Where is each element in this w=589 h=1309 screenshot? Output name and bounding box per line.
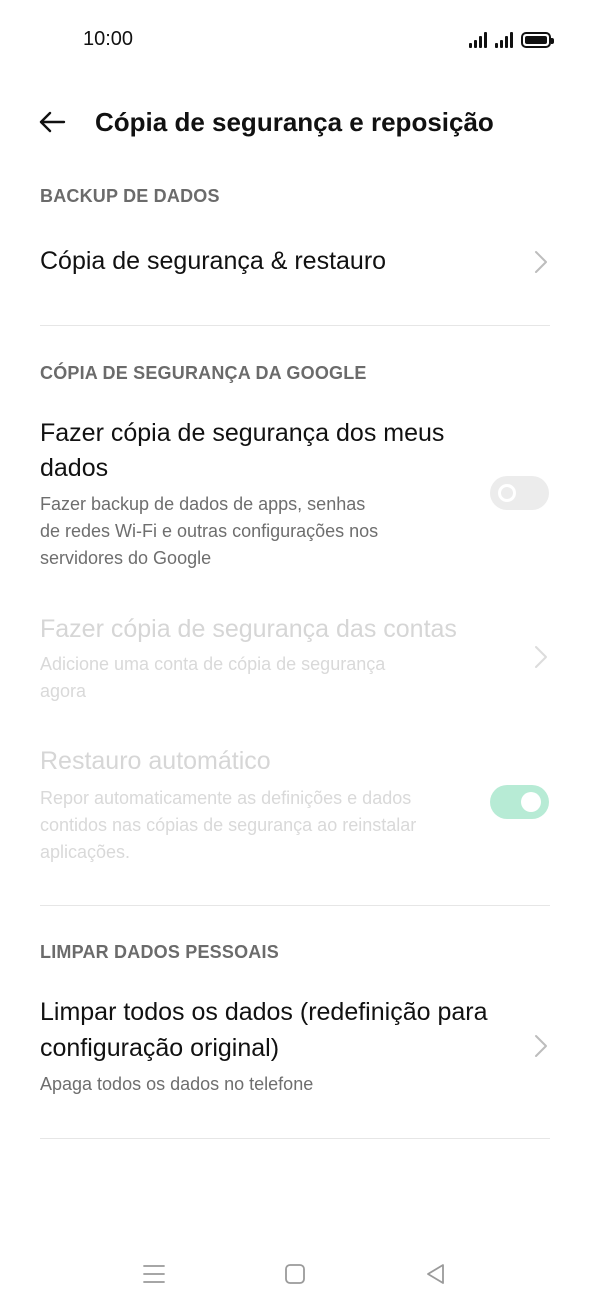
item-backup-restore-title: Cópia de segurança & restauro: [40, 247, 387, 275]
item-backup-my-data-title-1: Fazer cópia de segurança dos meus: [40, 419, 445, 447]
item-backup-my-data-title-2: dados: [40, 454, 109, 482]
status-bar: 10:00: [0, 0, 589, 80]
status-icons: [469, 28, 554, 48]
section-header-google-backup: CÓPIA DE SEGURANÇA DA GOOGLE: [40, 363, 367, 383]
section-header-personal-data: LIMPAR DADOS PESSOAIS: [40, 942, 279, 962]
menu-icon[interactable]: [140, 1260, 168, 1288]
item-backup-accounts-sub-1: Adicione uma conta de cópia de segurança: [40, 654, 386, 674]
item-auto-restore-sub-3: aplicações.: [40, 842, 131, 862]
item-factory-reset-title-2: configuração original): [40, 1034, 280, 1062]
item-factory-reset-title-1: Limpar todos os dados (redefinição para: [40, 998, 488, 1026]
signal-icon: [469, 32, 487, 48]
item-backup-accounts-title: Fazer cópia de segurança das contas: [40, 615, 457, 643]
app-header: Cópia de segurança e reposição: [0, 96, 589, 150]
divider: [40, 325, 550, 326]
chevron-right-icon: [535, 646, 547, 668]
item-backup-my-data-sub-3: servidores do Google: [40, 548, 212, 568]
item-auto-restore-sub-1: Repor automaticamente as definições e da…: [40, 788, 412, 808]
item-auto-restore-title: Restauro automático: [40, 747, 271, 775]
signal-icon-2: [495, 32, 513, 48]
item-backup-my-data-sub-2: de redes Wi-Fi e outras configurações no…: [40, 521, 379, 541]
chevron-right-icon: [535, 1035, 547, 1057]
item-backup-accounts-sub-2: agora: [40, 681, 87, 701]
status-time: 10:00: [83, 28, 134, 50]
system-nav-bar: [0, 1250, 589, 1300]
back-triangle-icon[interactable]: [422, 1260, 450, 1288]
backup-my-data-toggle[interactable]: [490, 476, 549, 510]
divider: [40, 1138, 550, 1139]
divider: [40, 905, 550, 906]
chevron-right-icon: [535, 251, 547, 273]
auto-restore-toggle: [490, 785, 549, 819]
item-factory-reset-sub: Apaga todos os dados no telefone: [40, 1074, 314, 1094]
section-header-backup: BACKUP DE DADOS: [40, 186, 220, 206]
item-auto-restore-sub-2: contidos nas cópias de segurança ao rein…: [40, 815, 417, 835]
battery-icon: [521, 32, 554, 48]
item-backup-my-data-sub-1: Fazer backup de dados de apps, senhas: [40, 494, 366, 514]
home-square-icon[interactable]: [281, 1260, 309, 1288]
page-title: Cópia de segurança e reposição: [95, 107, 494, 137]
back-arrow-icon[interactable]: [36, 106, 68, 138]
